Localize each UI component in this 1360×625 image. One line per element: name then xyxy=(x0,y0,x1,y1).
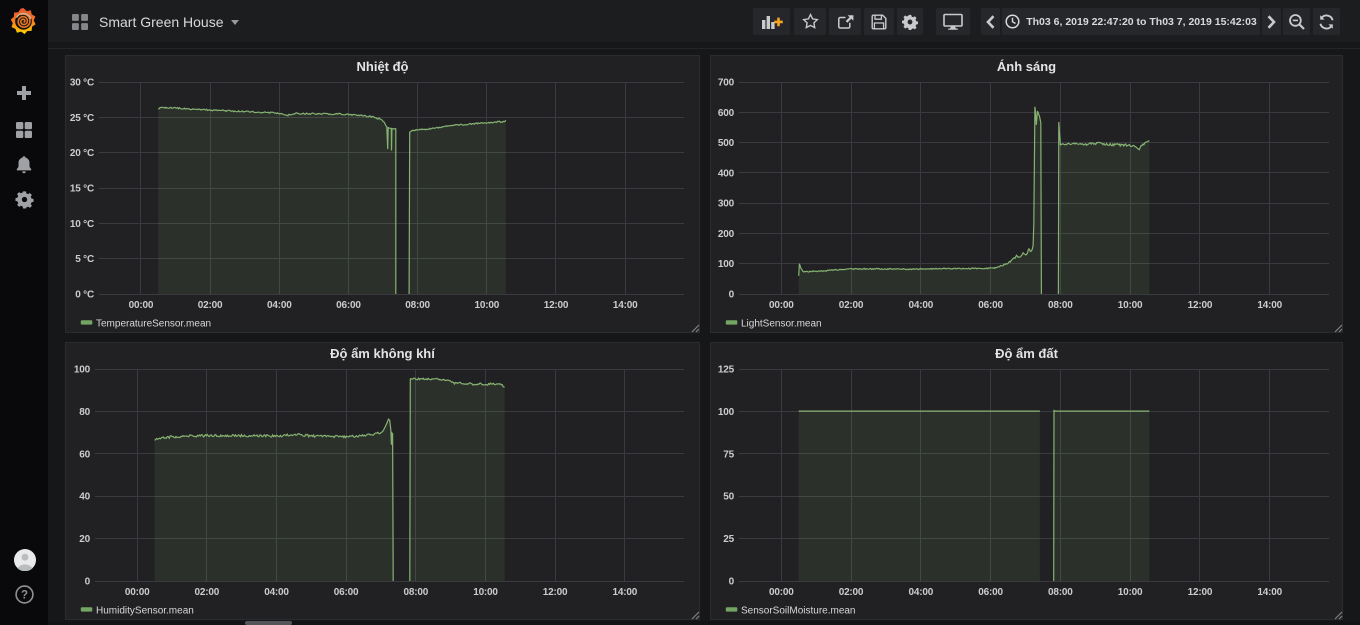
svg-text:15 °C: 15 °C xyxy=(70,184,94,195)
svg-text:08:00: 08:00 xyxy=(1048,300,1073,311)
svg-text:100: 100 xyxy=(718,259,735,270)
svg-text:08:00: 08:00 xyxy=(405,300,430,311)
svg-text:14:00: 14:00 xyxy=(613,587,638,598)
svg-text:200: 200 xyxy=(718,229,735,240)
svg-text:SensorSoilMoisture.mean: SensorSoilMoisture.mean xyxy=(741,606,856,617)
svg-text:10:00: 10:00 xyxy=(1118,300,1143,311)
svg-text:02:00: 02:00 xyxy=(839,300,864,311)
svg-text:0: 0 xyxy=(729,577,735,588)
svg-text:700: 700 xyxy=(718,78,735,89)
svg-text:14:00: 14:00 xyxy=(613,300,638,311)
svg-text:04:00: 04:00 xyxy=(267,300,292,311)
svg-text:06:00: 06:00 xyxy=(978,587,1003,598)
svg-text:00:00: 00:00 xyxy=(769,587,794,598)
svg-text:06:00: 06:00 xyxy=(336,300,361,311)
svg-text:04:00: 04:00 xyxy=(909,587,934,598)
svg-text:75: 75 xyxy=(723,449,734,460)
svg-text:06:00: 06:00 xyxy=(334,587,359,598)
svg-text:02:00: 02:00 xyxy=(198,300,223,311)
svg-text:100: 100 xyxy=(718,407,735,418)
svg-text:08:00: 08:00 xyxy=(404,587,429,598)
svg-text:500: 500 xyxy=(718,138,735,149)
svg-text:04:00: 04:00 xyxy=(909,300,934,311)
svg-text:00:00: 00:00 xyxy=(769,300,794,311)
svg-text:14:00: 14:00 xyxy=(1257,300,1282,311)
svg-text:0: 0 xyxy=(85,577,91,588)
svg-text:06:00: 06:00 xyxy=(978,300,1003,311)
svg-text:125: 125 xyxy=(718,365,735,376)
svg-text:40: 40 xyxy=(79,492,90,503)
svg-text:30 °C: 30 °C xyxy=(70,78,94,89)
svg-text:25 °C: 25 °C xyxy=(70,113,94,124)
svg-text:20 °C: 20 °C xyxy=(70,148,94,159)
svg-text:LightSensor.mean: LightSensor.mean xyxy=(741,319,822,330)
svg-text:?: ? xyxy=(21,590,28,602)
svg-text:100: 100 xyxy=(74,365,91,376)
svg-text:TemperatureSensor.mean: TemperatureSensor.mean xyxy=(96,319,211,330)
svg-text:80: 80 xyxy=(79,407,90,418)
svg-text:300: 300 xyxy=(718,199,735,210)
svg-text:02:00: 02:00 xyxy=(839,587,864,598)
svg-text:12:00: 12:00 xyxy=(544,300,569,311)
svg-text:10:00: 10:00 xyxy=(475,300,500,311)
svg-text:12:00: 12:00 xyxy=(1188,587,1213,598)
svg-text:12:00: 12:00 xyxy=(543,587,568,598)
svg-text:600: 600 xyxy=(718,108,735,119)
svg-text:08:00: 08:00 xyxy=(1048,587,1073,598)
svg-text:50: 50 xyxy=(723,492,734,503)
svg-text:14:00: 14:00 xyxy=(1257,587,1282,598)
svg-text:20: 20 xyxy=(79,534,90,545)
svg-text:25: 25 xyxy=(723,534,734,545)
svg-text:00:00: 00:00 xyxy=(125,587,150,598)
svg-text:400: 400 xyxy=(718,168,735,179)
svg-text:02:00: 02:00 xyxy=(195,587,220,598)
svg-text:HumiditySensor.mean: HumiditySensor.mean xyxy=(96,606,194,617)
svg-text:00:00: 00:00 xyxy=(129,300,154,311)
svg-text:60: 60 xyxy=(79,449,90,460)
svg-text:0: 0 xyxy=(729,290,735,301)
svg-text:0 °C: 0 °C xyxy=(75,290,94,301)
svg-text:5 °C: 5 °C xyxy=(75,254,94,265)
svg-text:10:00: 10:00 xyxy=(1118,587,1143,598)
svg-text:12:00: 12:00 xyxy=(1188,300,1213,311)
svg-text:10 °C: 10 °C xyxy=(70,219,94,230)
svg-text:04:00: 04:00 xyxy=(264,587,289,598)
svg-text:10:00: 10:00 xyxy=(473,587,498,598)
